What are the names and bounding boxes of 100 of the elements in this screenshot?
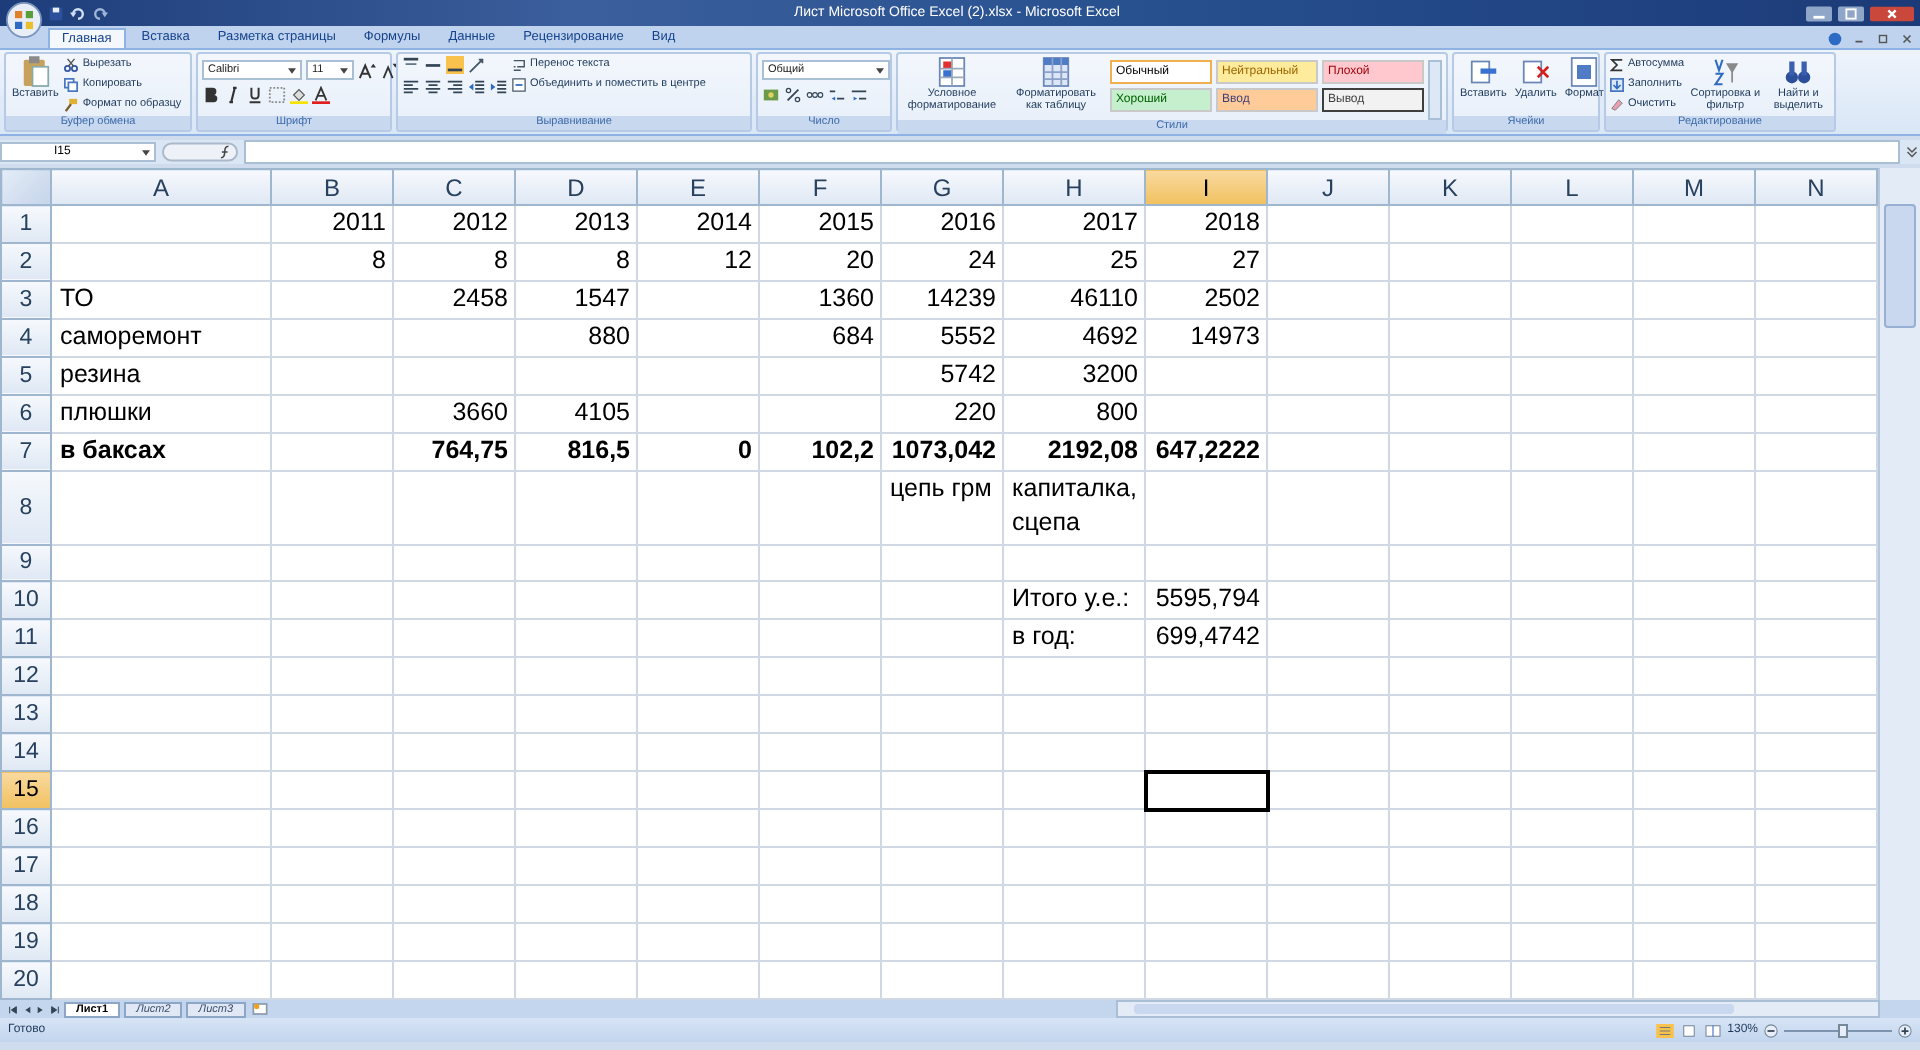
decrease-decimal-icon[interactable] (850, 86, 868, 104)
next-sheet-icon[interactable] (36, 1003, 46, 1015)
table-cell: 2013 (515, 205, 637, 243)
page-layout-icon[interactable] (1679, 1023, 1698, 1037)
row-header[interactable]: 18 (1, 885, 51, 924)
grow-font-icon[interactable] (358, 61, 376, 79)
column-header[interactable]: C (393, 169, 515, 205)
table-cell: 2458 (393, 280, 515, 319)
row-header[interactable]: 14 (1, 733, 51, 772)
previous-sheet-icon[interactable] (22, 1003, 32, 1015)
row-header[interactable]: 11 (1, 619, 51, 658)
fill-color-icon[interactable] (290, 86, 308, 104)
row-header[interactable]: 5 (1, 356, 51, 395)
binoculars-icon (1784, 56, 1813, 88)
restore-icon[interactable] (1876, 32, 1890, 46)
row-header[interactable]: 10 (1, 581, 51, 620)
expand-icon[interactable] (1906, 144, 1918, 160)
column-header[interactable]: F (759, 169, 881, 205)
gallery-scroll-bar[interactable] (1428, 60, 1442, 120)
column-header[interactable]: D (515, 169, 637, 205)
align-bottom-icon[interactable] (446, 56, 464, 74)
maximize-icon[interactable] (1838, 5, 1864, 21)
text-orientation-icon[interactable] (468, 56, 486, 74)
last-sheet-icon[interactable] (50, 1003, 60, 1015)
normal-view-icon[interactable] (1655, 1023, 1674, 1037)
increase-indent-icon[interactable] (490, 78, 508, 96)
table-cell: 2015 (759, 205, 881, 243)
row-header[interactable]: 19 (1, 923, 51, 961)
column-header[interactable]: G (881, 169, 1003, 205)
column-header[interactable]: B (271, 169, 393, 205)
zoom-in-icon[interactable] (1898, 1023, 1912, 1037)
table-cell: 20 (759, 242, 881, 281)
column-header[interactable]: H (1003, 169, 1145, 205)
table-cell: 1360 (759, 280, 881, 319)
column-header[interactable]: N (1755, 169, 1877, 205)
row-header[interactable]: 3 (1, 280, 51, 319)
column-header[interactable]: K (1389, 169, 1511, 205)
table-cell: 699,4742 (1145, 619, 1267, 658)
table-cell: 1547 (515, 280, 637, 319)
sort-filter-icon (1711, 56, 1740, 88)
bold-icon[interactable] (202, 86, 220, 104)
row-header[interactable]: 13 (1, 695, 51, 734)
table-cell: 764,75 (393, 432, 515, 471)
table-cell: 3200 (1003, 356, 1145, 395)
align-center-icon[interactable] (424, 78, 442, 96)
increase-decimal-icon[interactable] (828, 86, 846, 104)
underline-icon[interactable] (246, 86, 264, 104)
row-header[interactable]: 2 (1, 242, 51, 281)
dropdown-caret-icon (876, 67, 884, 73)
insert-cells-icon (1469, 56, 1498, 88)
font-color-icon[interactable] (312, 86, 330, 104)
column-header[interactable]: E (637, 169, 759, 205)
table-cell: 46110 (1003, 280, 1145, 319)
page-break-icon[interactable] (1703, 1023, 1722, 1037)
active-cell[interactable] (1145, 771, 1267, 810)
table-cell: в год: (1003, 619, 1145, 658)
close-icon[interactable] (1870, 5, 1914, 21)
table-cell: 0 (637, 432, 759, 471)
minimize-icon[interactable] (1806, 5, 1832, 21)
office-button[interactable] (6, 1, 42, 37)
row-header[interactable]: 9 (1, 544, 51, 582)
vertical-scroll-bar[interactable] (1878, 168, 1920, 1000)
save-icon[interactable] (48, 5, 64, 21)
column-header[interactable]: I (1145, 169, 1267, 205)
row-header[interactable]: 15 (1, 771, 51, 810)
row-header[interactable]: 12 (1, 657, 51, 696)
row-header[interactable]: 1 (1, 205, 51, 243)
table-cell: 2016 (881, 205, 1003, 243)
row-header[interactable]: 20 (1, 961, 51, 999)
horizontal-scroll-bar[interactable] (1116, 1000, 1880, 1018)
close-icon[interactable] (1900, 32, 1914, 46)
table-cell: 2192,08 (1003, 432, 1145, 471)
thousands-separator-icon[interactable] (806, 86, 824, 104)
undo-icon[interactable] (70, 5, 86, 21)
row-header[interactable]: 6 (1, 394, 51, 433)
row-header[interactable]: 7 (1, 432, 51, 471)
table-cell: 5742 (881, 356, 1003, 395)
shrink-font-icon[interactable] (380, 61, 398, 79)
column-header[interactable]: L (1511, 169, 1633, 205)
formula-input[interactable] (244, 140, 1900, 164)
table-cell: 2011 (271, 205, 393, 243)
row-header[interactable]: 16 (1, 809, 51, 848)
redo-icon[interactable] (92, 5, 108, 21)
zoom-out-icon[interactable] (1764, 1023, 1778, 1037)
column-header[interactable]: J (1267, 169, 1389, 205)
table-cell: 684 (759, 318, 881, 357)
percent-icon[interactable] (784, 86, 802, 104)
column-header[interactable]: A (51, 169, 271, 205)
table-cell: 2014 (637, 205, 759, 243)
decrease-indent-icon[interactable] (468, 78, 486, 96)
first-sheet-icon[interactable] (8, 1003, 18, 1015)
new-sheet-icon[interactable] (249, 1002, 270, 1016)
table-cell: 27 (1145, 242, 1267, 281)
align-right-icon[interactable] (446, 78, 464, 96)
align-left-icon[interactable] (402, 78, 420, 96)
italic-icon[interactable] (224, 86, 242, 104)
row-header[interactable]: 4 (1, 318, 51, 357)
row-header[interactable]: 8 (1, 470, 51, 545)
row-header[interactable]: 17 (1, 847, 51, 886)
column-header[interactable]: M (1633, 169, 1755, 205)
